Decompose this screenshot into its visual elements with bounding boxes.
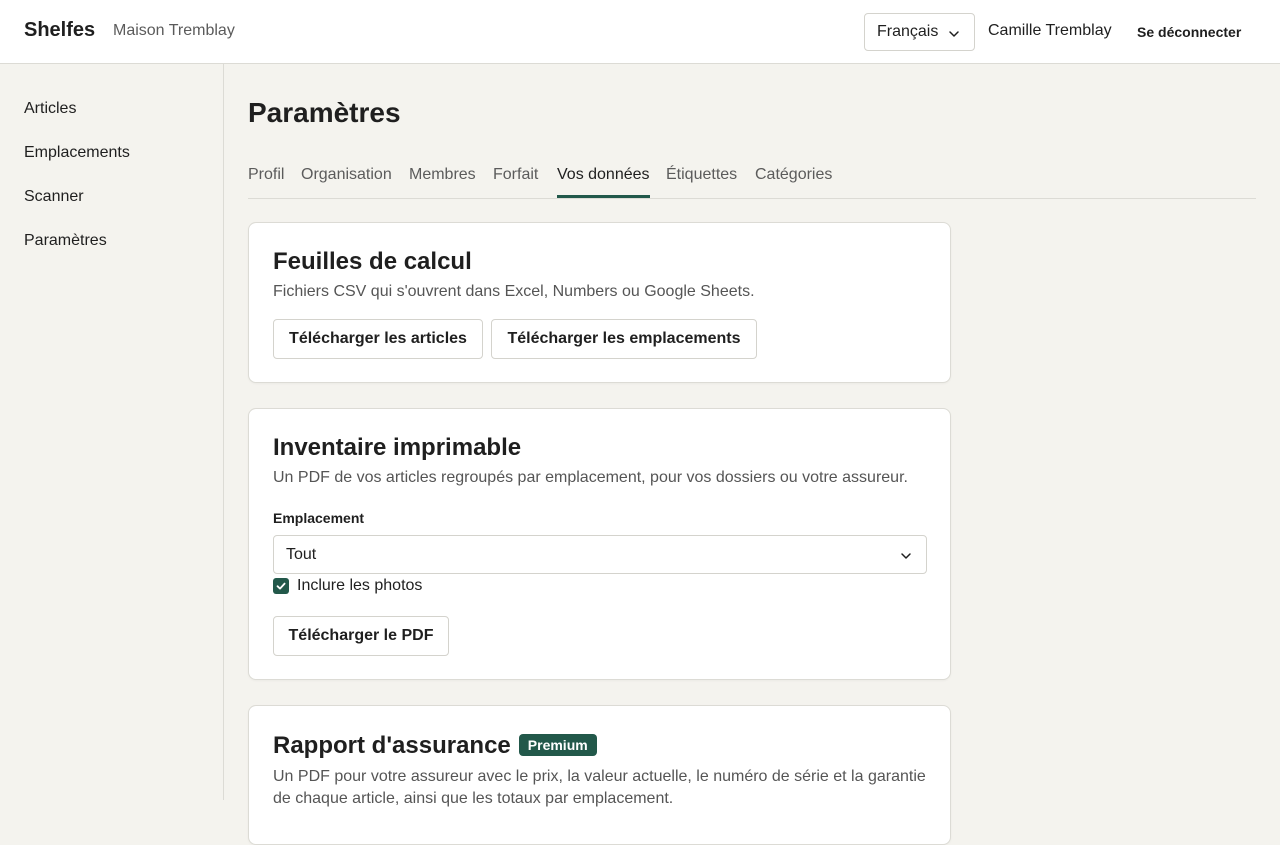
app-logo[interactable]: Shelfes bbox=[24, 19, 95, 42]
printable-description: Un PDF de vos articles regroupés par emp… bbox=[273, 469, 908, 486]
user-name: Camille Tremblay bbox=[988, 22, 1112, 39]
tab-membres[interactable]: Membres bbox=[409, 166, 476, 184]
spreadsheets-title: Feuilles de calcul bbox=[273, 248, 472, 275]
include-photos-label[interactable]: Inclure les photos bbox=[297, 577, 422, 595]
checkmark-icon bbox=[276, 582, 286, 590]
insurance-description: Un PDF pour votre assureur avec le prix,… bbox=[273, 768, 926, 807]
sidebar-item-emplacements[interactable]: Emplacements bbox=[24, 144, 130, 162]
active-tab-indicator bbox=[557, 195, 650, 198]
sidebar-item-articles[interactable]: Articles bbox=[24, 100, 76, 118]
insurance-report-card: Rapport d'assurance Premium Un PDF pour v… bbox=[248, 705, 951, 845]
tab-categories[interactable]: Catégories bbox=[755, 166, 832, 184]
location-select[interactable]: Tout bbox=[273, 535, 927, 574]
tab-vos-donnees[interactable]: Vos données bbox=[557, 166, 650, 184]
settings-tabs: Profil Organisation Membres Forfait Vos … bbox=[248, 160, 1256, 199]
language-select[interactable]: Français bbox=[864, 13, 975, 51]
insurance-title: Rapport d'assurance bbox=[273, 732, 511, 759]
premium-badge: Premium bbox=[518, 734, 597, 756]
top-bar: Shelfes Maison Tremblay Français Camille… bbox=[0, 0, 1280, 64]
page-title: Paramètres bbox=[248, 97, 401, 128]
sidebar-item-parametres[interactable]: Paramètres bbox=[24, 232, 107, 250]
download-pdf-button[interactable]: Télécharger le PDF bbox=[273, 616, 449, 656]
include-photos-checkbox[interactable] bbox=[273, 578, 289, 594]
printable-inventory-card: Inventaire imprimable Un PDF de vos arti… bbox=[248, 408, 951, 680]
printable-title: Inventaire imprimable bbox=[273, 434, 522, 461]
language-value: Français bbox=[877, 23, 939, 40]
sidebar: Articles Emplacements Scanner Paramètres bbox=[0, 64, 224, 800]
download-items-button[interactable]: Télécharger les articles bbox=[273, 319, 483, 359]
chevron-down-icon bbox=[900, 549, 912, 567]
location-select-value: Tout bbox=[286, 545, 317, 563]
tab-profil[interactable]: Profil bbox=[248, 166, 284, 184]
insurance-heading: Rapport d'assurance Premium bbox=[273, 732, 597, 760]
download-locations-button[interactable]: Télécharger les emplacements bbox=[491, 319, 757, 359]
spreadsheets-description: Fichiers CSV qui s'ouvrent dans Excel, N… bbox=[273, 283, 755, 300]
chevron-down-icon bbox=[948, 27, 960, 45]
location-field-label: Emplacement bbox=[273, 510, 365, 526]
logout-button[interactable]: Se déconnecter bbox=[1137, 24, 1241, 40]
tab-organisation[interactable]: Organisation bbox=[301, 166, 392, 184]
household-name: Maison Tremblay bbox=[113, 22, 235, 39]
spreadsheets-card: Feuilles de calcul Fichiers CSV qui s'ou… bbox=[248, 222, 951, 383]
sidebar-item-scanner[interactable]: Scanner bbox=[24, 188, 84, 206]
tab-forfait[interactable]: Forfait bbox=[493, 166, 538, 184]
tab-etiquettes[interactable]: Étiquettes bbox=[666, 166, 737, 184]
